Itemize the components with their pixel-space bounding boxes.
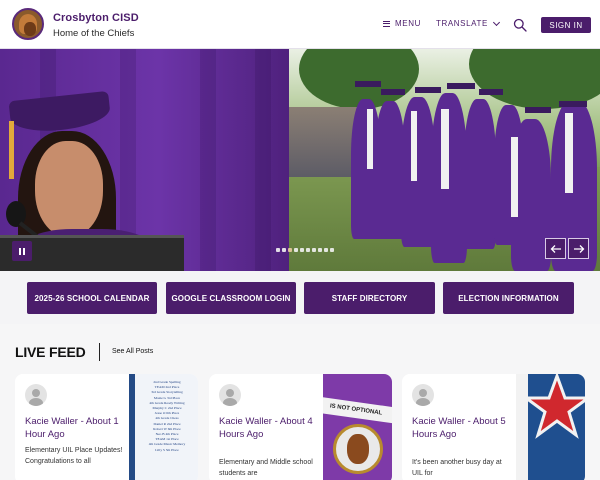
live-feed-section: LIVE FEED See All Posts Kacie Waller - A…	[0, 324, 600, 480]
graduate	[431, 93, 467, 263]
stole	[511, 137, 518, 217]
post-author-time: Kacie Waller - About 4 Hours Ago	[219, 416, 313, 440]
post-author-time: Kacie Waller - About 5 Hours Ago	[412, 416, 506, 440]
post-excerpt: Elementary UIL Place Updates! Congratula…	[25, 447, 123, 465]
post-image-star	[516, 374, 585, 480]
slideshow-pause-button[interactable]	[12, 241, 32, 261]
quick-link-google-classroom[interactable]: GOOGLE CLASSROOM LOGIN	[166, 282, 296, 314]
slideshow-dot[interactable]	[324, 248, 328, 252]
mortarboard	[479, 89, 503, 95]
mortarboard	[381, 89, 405, 95]
feed-post-card[interactable]: Kacie Waller - About 5 Hours Ago It's be…	[402, 374, 585, 480]
quick-links-bar: 2025-26 SCHOOL CALENDAR GOOGLE CLASSROOM…	[0, 271, 600, 324]
quick-link-school-calendar[interactable]: 2025-26 SCHOOL CALENDAR	[27, 282, 157, 314]
post-text-panel: Kacie Waller - About 5 Hours Ago It's be…	[402, 374, 516, 480]
author-avatar	[219, 384, 241, 406]
post-text-panel: Kacie Waller - About 4 Hours Ago Element…	[209, 374, 323, 480]
slideshow-dots	[276, 248, 334, 252]
uil-results-text: 2nd Grade Spelling TEAM 2nd Place 3rd Grad…	[137, 380, 197, 453]
divider	[99, 343, 100, 361]
speaker-tassel	[9, 121, 14, 179]
district-logo[interactable]	[12, 8, 44, 40]
translate-button[interactable]: TRANSLATE	[436, 18, 500, 28]
star-icon	[522, 374, 585, 439]
stole	[441, 109, 449, 189]
curtain-fold	[255, 49, 271, 271]
next-slide-button[interactable]	[568, 238, 589, 259]
previous-slide-button[interactable]	[545, 238, 566, 259]
curtain-fold	[200, 49, 216, 271]
slideshow-dot[interactable]	[282, 248, 286, 252]
menu-button[interactable]: MENU	[383, 19, 421, 28]
audience	[289, 107, 359, 177]
slideshow-dot[interactable]	[330, 248, 334, 252]
mortarboard	[525, 107, 551, 113]
post-author-time: Kacie Waller - About 1 Hour Ago	[25, 416, 119, 440]
speaker-cap	[8, 90, 112, 136]
mortarboard	[355, 81, 381, 87]
slideshow-dot[interactable]	[300, 248, 304, 252]
see-all-posts-link[interactable]: See All Posts	[112, 348, 153, 355]
stole	[411, 111, 417, 181]
pause-icon-bar	[23, 247, 25, 255]
arrow-right-icon	[573, 244, 584, 253]
slideshow-dot[interactable]	[294, 248, 298, 252]
slideshow-dot[interactable]	[318, 248, 322, 252]
hero-photo-speaker	[0, 49, 289, 271]
site-tagline: Home of the Chiefs	[53, 28, 135, 39]
mascot-face	[347, 434, 369, 464]
chevron-down-icon	[492, 18, 500, 26]
slideshow-dot[interactable]	[306, 248, 310, 252]
post-image-uil-results: 2nd Grade Spelling TEAM 2nd Place 3rd Grad…	[129, 374, 198, 480]
menu-label: MENU	[395, 19, 421, 28]
live-feed-title: LIVE FEED	[15, 344, 86, 360]
graduate	[464, 99, 496, 249]
post-excerpt: It's been another busy day at UIL for	[412, 459, 502, 477]
search-icon	[513, 18, 527, 32]
mortarboard	[559, 101, 587, 107]
slideshow-dot[interactable]	[312, 248, 316, 252]
site-name[interactable]: Crosbyton CISD	[53, 12, 139, 24]
translate-label: TRANSLATE	[436, 19, 488, 28]
post-text-panel: Kacie Waller - About 1 Hour Ago Elementa…	[15, 374, 129, 480]
search-button[interactable]	[513, 18, 527, 32]
mortarboard	[415, 87, 441, 93]
hamburger-icon	[383, 20, 390, 27]
author-avatar	[25, 384, 47, 406]
post-image-chiefs-poster: IS NOT OPTIONAL	[323, 374, 392, 480]
uil-result-line: Lilly S 5th Place	[155, 447, 179, 452]
feed-post-card[interactable]: Kacie Waller - About 4 Hours Ago Element…	[209, 374, 392, 480]
slideshow-dot[interactable]	[276, 248, 280, 252]
post-excerpt: Elementary and Middle school students ar…	[219, 459, 313, 477]
quick-link-staff-directory[interactable]: STAFF DIRECTORY	[304, 282, 435, 314]
pause-icon-bar	[19, 247, 21, 255]
tree	[469, 49, 600, 109]
hero-slideshow	[0, 49, 600, 271]
logo-face	[24, 22, 36, 36]
feed-post-card[interactable]: Kacie Waller - About 1 Hour Ago Elementa…	[15, 374, 198, 480]
graduate	[401, 97, 435, 247]
sign-in-button[interactable]: SIGN IN	[541, 17, 591, 33]
site-header: Crosbyton CISD Home of the Chiefs MENU T…	[0, 0, 600, 49]
stole	[565, 113, 573, 193]
quick-link-election-information[interactable]: ELECTION INFORMATION	[443, 282, 574, 314]
mortarboard	[447, 83, 475, 89]
speaker-face	[35, 141, 103, 237]
stole	[367, 109, 373, 169]
poster-banner: IS NOT OPTIONAL	[323, 396, 392, 424]
author-avatar	[412, 384, 434, 406]
arrow-left-icon	[550, 244, 561, 253]
slideshow-dot[interactable]	[288, 248, 292, 252]
